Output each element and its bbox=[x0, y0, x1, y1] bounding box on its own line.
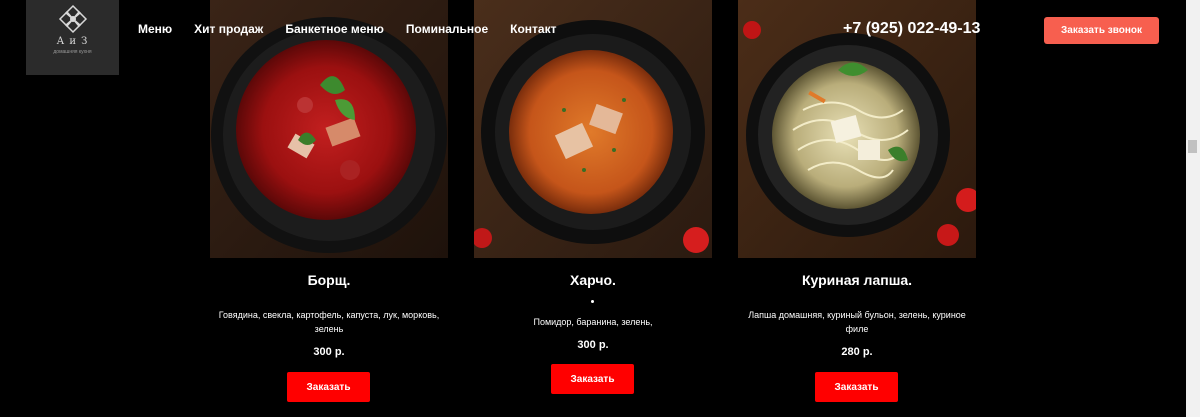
product-price: 300 р. bbox=[577, 339, 609, 351]
borsch-photo bbox=[210, 0, 448, 258]
scrollbar[interactable] bbox=[1186, 0, 1200, 417]
chicken-noodle-photo bbox=[738, 0, 976, 258]
kharcho-photo bbox=[474, 0, 712, 258]
logo[interactable]: А и З домашняя кухня bbox=[26, 0, 119, 75]
scrollbar-thumb[interactable] bbox=[1188, 140, 1197, 153]
phone-number[interactable]: +7 (925) 022-49-13 bbox=[843, 20, 980, 38]
main-nav: Меню Хит продаж Банкетное меню Поминальн… bbox=[138, 22, 578, 36]
product-title: Борщ. bbox=[307, 272, 351, 288]
nav-item-memorial[interactable]: Поминальное bbox=[406, 22, 488, 36]
product-description: Говядина, свекла, картофель, капуста, лу… bbox=[218, 310, 440, 334]
product-price: 300 р. bbox=[313, 346, 345, 358]
order-button[interactable]: Заказать bbox=[287, 372, 370, 402]
product-title: Харчо. bbox=[570, 272, 616, 288]
nav-item-contact[interactable]: Контакт bbox=[510, 22, 556, 36]
nav-item-bestsellers[interactable]: Хит продаж bbox=[194, 22, 263, 36]
order-button[interactable]: Заказать bbox=[551, 364, 634, 394]
product-title: Куриная лапша. bbox=[801, 272, 913, 288]
ornament-icon bbox=[58, 4, 87, 34]
product-description: Лапша домашняя, куриный бульон, зелень, … bbox=[748, 310, 966, 334]
nav-item-menu[interactable]: Меню bbox=[138, 22, 172, 36]
product-card-kharcho: Харчо. Помидор, баранина, зелень, 300 р.… bbox=[474, 0, 712, 394]
logo-name: А и З bbox=[56, 36, 89, 47]
logo-subtitle: домашняя кухня bbox=[53, 49, 92, 55]
product-card-chicken-noodle: Куриная лапша. Лапша домашняя, куриный б… bbox=[738, 0, 976, 402]
nav-item-banquet[interactable]: Банкетное меню bbox=[285, 22, 384, 36]
request-callback-button[interactable]: Заказать звонок bbox=[1044, 17, 1159, 44]
order-button[interactable]: Заказать bbox=[815, 372, 898, 402]
bullet-dot bbox=[591, 300, 594, 303]
product-card-borsch: Борщ. Говядина, свекла, картофель, капус… bbox=[210, 0, 448, 402]
product-description: Помидор, баранина, зелень, bbox=[533, 317, 653, 327]
product-price: 280 р. bbox=[841, 346, 873, 358]
